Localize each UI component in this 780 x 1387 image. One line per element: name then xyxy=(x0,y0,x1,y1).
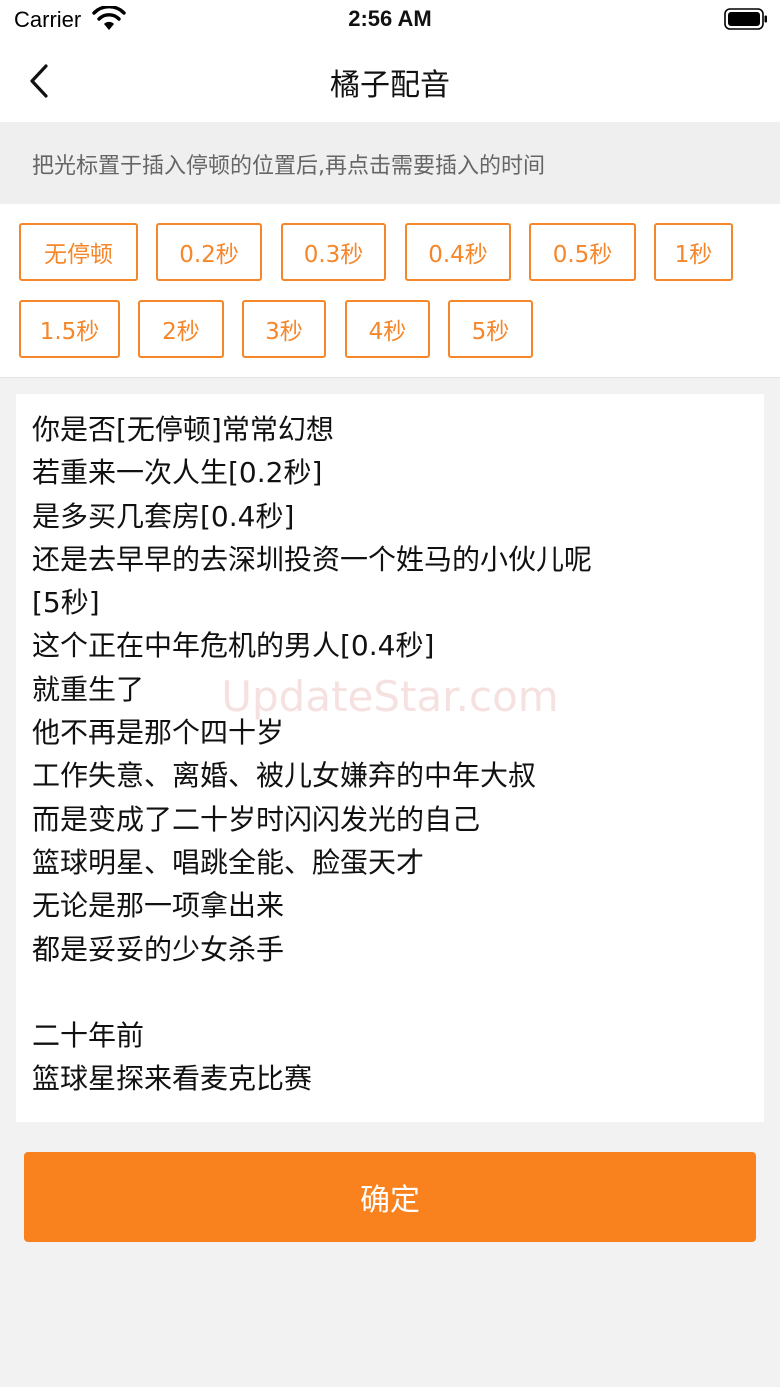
pause-option-0.2s[interactable]: 0.2秒 xyxy=(156,223,262,281)
script-line: 篮球星探来看麦克比赛 xyxy=(32,1062,313,1096)
script-text-editor[interactable]: 你是否[无停顿]常常幻想 若重来一次人生[0.2秒] 是多买几套房[0.4秒] 还是去… xyxy=(16,394,764,1122)
status-bar: Carrier 2:56 AM xyxy=(0,0,780,40)
script-line: 还是去早早的去深圳投资一个姓马的小伙儿呢 xyxy=(32,542,593,576)
pause-option-0.4s[interactable]: 0.4秒 xyxy=(405,223,511,281)
script-line: 都是妥妥的少女杀手 xyxy=(32,932,285,966)
script-text[interactable]: 你是否[无停顿]常常幻想 若重来一次人生[0.2秒] 是多买几套房[0.4秒] 还是去… xyxy=(32,408,748,1101)
script-line: [5秒] xyxy=(32,586,100,620)
script-line: 无论是那一项拿出来 xyxy=(32,889,285,923)
pause-option-0.5s[interactable]: 0.5秒 xyxy=(529,223,636,281)
script-line: 就重生了 xyxy=(32,672,145,706)
pause-option-5s[interactable]: 5秒 xyxy=(448,300,533,358)
script-line: 二十年前 xyxy=(32,1019,145,1053)
pause-option-1.5s[interactable]: 1.5秒 xyxy=(19,300,120,358)
navigation-bar: 橘子配音 xyxy=(0,40,780,122)
hint-text: 把光标置于插入停顿的位置后,再点击需要插入的时间 xyxy=(32,154,545,179)
script-line: 篮球明星、唱跳全能、脸蛋天才 xyxy=(32,845,425,879)
hint-banner: 把光标置于插入停顿的位置后,再点击需要插入的时间 xyxy=(0,122,780,204)
script-line xyxy=(32,971,748,1014)
script-line: 这个正在中年危机的男人[0.4秒] xyxy=(32,629,435,663)
status-time: 2:56 AM xyxy=(348,6,432,31)
pause-option-2s[interactable]: 2秒 xyxy=(138,300,224,358)
pause-option-none[interactable]: 无停顿 xyxy=(19,223,138,281)
script-line: 而是变成了二十岁时闪闪发光的自己 xyxy=(32,802,481,836)
script-line: 若重来一次人生[0.2秒] xyxy=(32,456,323,490)
script-line: 是多买几套房[0.4秒] xyxy=(32,499,295,533)
pause-option-3s[interactable]: 3秒 xyxy=(242,300,326,358)
pause-option-1s[interactable]: 1秒 xyxy=(654,223,733,281)
script-line: 工作失意、离婚、被儿女嫌弃的中年大叔 xyxy=(32,759,537,793)
battery-full-icon xyxy=(724,8,767,30)
confirm-button[interactable]: 确定 xyxy=(24,1152,756,1242)
page-title: 橘子配音 xyxy=(330,68,450,103)
pause-options-panel: 无停顿 0.2秒 0.3秒 0.4秒 0.5秒 1秒 1.5秒 2秒 3秒 4秒… xyxy=(0,204,780,378)
script-line: 你是否[无停顿]常常幻想 xyxy=(32,413,334,446)
pause-option-0.3s[interactable]: 0.3秒 xyxy=(281,223,386,281)
script-line: 他不再是那个四十岁 xyxy=(32,716,285,750)
pause-option-4s[interactable]: 4秒 xyxy=(345,300,430,358)
